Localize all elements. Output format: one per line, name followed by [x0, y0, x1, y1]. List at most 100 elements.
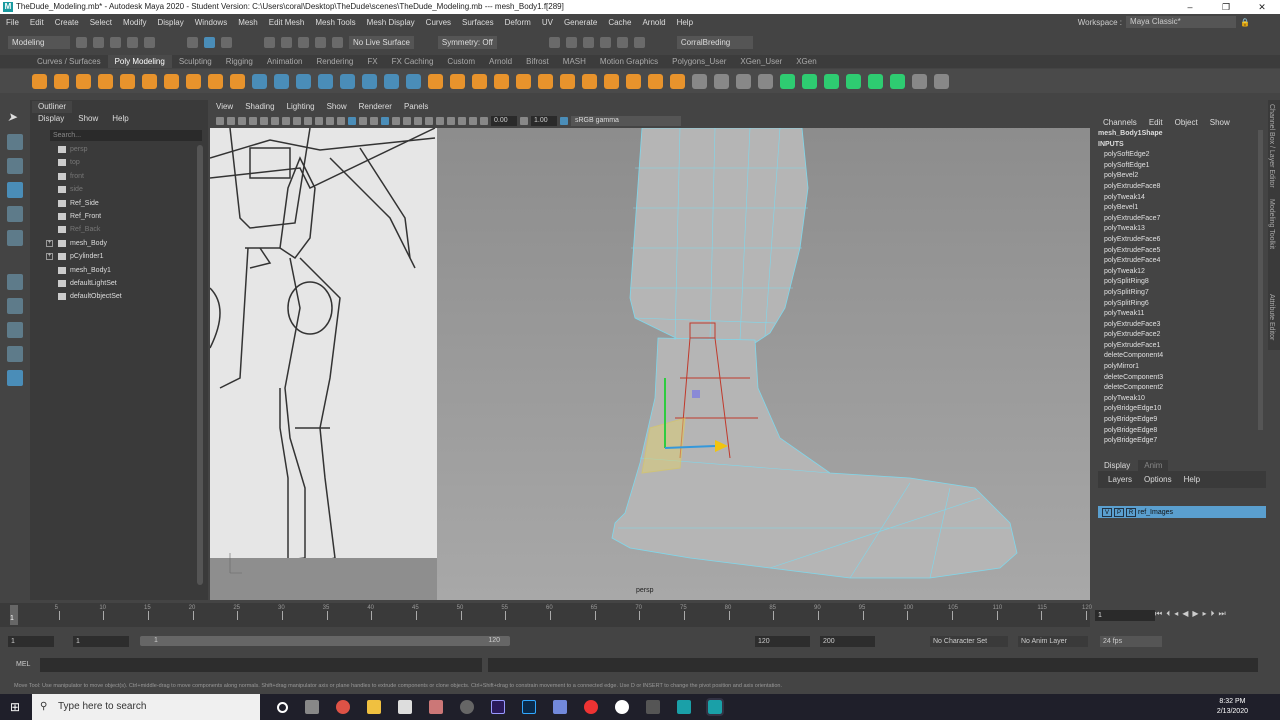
outliner-item[interactable]: Ref_Front [30, 210, 195, 223]
input-node[interactable]: polyExtrudeFace2 [1098, 330, 1258, 341]
minimize-button[interactable]: – [1172, 0, 1208, 14]
maya-taskbar-icon[interactable] [677, 700, 691, 714]
expand-icon[interactable]: + [46, 253, 53, 261]
input-node[interactable]: polySplitRing6 [1098, 299, 1258, 310]
rotate-tool-icon[interactable] [7, 206, 23, 222]
outliner-item[interactable]: front [30, 170, 195, 183]
outliner-layout-icon[interactable] [7, 370, 23, 386]
menu-mesh-tools[interactable]: Mesh Tools [315, 18, 355, 27]
file-explorer-icon[interactable] [367, 700, 381, 714]
shelf-tool-icon[interactable] [692, 73, 707, 89]
live-surface-field[interactable]: No Live Surface [349, 35, 414, 49]
step-back-key-icon[interactable]: ⏴ [1166, 609, 1170, 619]
play-forward-icon[interactable]: ▶ [1192, 609, 1198, 619]
input-node[interactable]: polyMirror1 [1098, 362, 1258, 373]
bookmark-icon[interactable] [238, 117, 246, 125]
shelf-tool-icon[interactable] [142, 73, 157, 89]
menu-uv[interactable]: UV [542, 18, 553, 27]
input-node[interactable]: polySplitRing8 [1098, 277, 1258, 288]
move-tool-icon[interactable] [7, 182, 23, 198]
cb-menu-edit[interactable]: Edit [1149, 118, 1163, 127]
smooth-shade-icon[interactable] [348, 117, 356, 125]
current-frame-marker[interactable]: 1 [10, 605, 18, 625]
layer-visibility-toggle[interactable]: V [1102, 507, 1112, 517]
photoshop-icon[interactable] [522, 700, 536, 714]
viewport-persp[interactable]: View Shading Lighting Show Renderer Panels 0.… [210, 100, 1090, 600]
mel-input[interactable] [40, 658, 482, 672]
safe-action-icon[interactable] [315, 117, 323, 125]
menu-surfaces[interactable]: Surfaces [462, 18, 494, 27]
menu-set-dropdown[interactable]: Modeling [8, 35, 70, 49]
layout-four-icon[interactable] [7, 322, 23, 338]
shaded-wireframe-icon[interactable] [370, 117, 378, 125]
input-node[interactable]: deleteComponent3 [1098, 373, 1258, 384]
outliner-menu-show[interactable]: Show [78, 114, 98, 123]
input-node[interactable]: polyTweak10 [1098, 394, 1258, 405]
shelf-tab[interactable]: Bifrost [519, 55, 556, 68]
side-tab-modeling-toolkit[interactable]: Modeling Toolkit [1268, 195, 1275, 290]
shelf-tool-icon[interactable] [76, 73, 91, 89]
lock-icon[interactable]: 🔒 [1240, 18, 1250, 27]
playback-start-field[interactable]: 1 [73, 636, 129, 647]
shelf-tool-icon[interactable] [384, 73, 399, 89]
shelf-tab[interactable]: FX Caching [385, 55, 441, 68]
playback-end-field[interactable]: 120 [755, 636, 810, 647]
shelf-tool-icon[interactable] [54, 73, 69, 89]
task-view-icon[interactable] [305, 700, 319, 714]
outliner-item[interactable]: persp [30, 143, 195, 156]
menu-mesh-display[interactable]: Mesh Display [367, 18, 415, 27]
go-to-end-icon[interactable]: ⏭ [1219, 609, 1226, 619]
vp-menu-lighting[interactable]: Lighting [287, 100, 315, 114]
menu-help[interactable]: Help [677, 18, 693, 27]
save-scene-icon[interactable] [110, 36, 121, 48]
shelf-tool-icon[interactable] [802, 73, 817, 89]
input-node[interactable]: polyTweak11 [1098, 309, 1258, 320]
chrome-icon[interactable] [336, 700, 350, 714]
shelf-tool-icon[interactable] [32, 73, 47, 89]
app-icon[interactable] [429, 700, 443, 714]
outliner-scrollbar[interactable] [197, 145, 203, 585]
select-hierarchy-icon[interactable] [187, 36, 198, 48]
hypershade-icon[interactable] [616, 36, 628, 48]
shelf-tab[interactable]: Polygons_User [665, 55, 733, 68]
select-object-icon[interactable] [204, 36, 215, 48]
new-scene-icon[interactable] [76, 36, 87, 48]
outliner-item[interactable]: Ref_Back [30, 223, 195, 236]
windows-start-icon[interactable]: ⊞ [10, 700, 20, 714]
axis-icon[interactable] [7, 274, 23, 290]
shelf-tab[interactable]: Custom [440, 55, 482, 68]
outliner-menu-help[interactable]: Help [112, 114, 128, 123]
menu-curves[interactable]: Curves [426, 18, 451, 27]
xray-joints-icon[interactable] [458, 117, 466, 125]
render-view-icon[interactable] [548, 36, 560, 48]
app-red-icon[interactable] [584, 700, 598, 714]
shelf-tab[interactable]: Curves / Surfaces [30, 55, 108, 68]
safe-title-icon[interactable] [326, 117, 334, 125]
cb-menu-show[interactable]: Show [1210, 118, 1230, 127]
layer-reference-toggle[interactable]: R [1126, 507, 1136, 517]
menu-edit[interactable]: Edit [30, 18, 44, 27]
input-node[interactable]: polyExtrudeFace5 [1098, 246, 1258, 257]
vp-menu-panels[interactable]: Panels [404, 100, 428, 114]
shelf-tool-icon[interactable] [274, 73, 289, 89]
shelf-tab[interactable]: Rigging [219, 55, 260, 68]
open-scene-icon[interactable] [93, 36, 104, 48]
xray-icon[interactable] [447, 117, 455, 125]
paint-select-icon[interactable] [7, 158, 23, 174]
shelf-tab[interactable]: XGen [789, 55, 823, 68]
shadows-icon[interactable] [403, 117, 411, 125]
shelf-tab-active[interactable]: Poly Modeling [107, 55, 172, 68]
outliner-tab[interactable]: Outliner [32, 101, 72, 113]
close-button[interactable]: ✕ [1244, 0, 1280, 14]
input-node[interactable]: polySplitRing7 [1098, 288, 1258, 299]
vp-menu-shading[interactable]: Shading [245, 100, 274, 114]
input-node[interactable]: polySoftEdge2 [1098, 150, 1258, 161]
cb-menu-channels[interactable]: Channels [1103, 118, 1137, 127]
input-node[interactable]: deleteComponent4 [1098, 351, 1258, 362]
textured-icon[interactable] [381, 117, 389, 125]
layer-tab-anim[interactable]: Anim [1138, 460, 1169, 471]
input-node[interactable]: polyBridgeEdge7 [1098, 436, 1258, 447]
ambient-occlusion-icon[interactable] [414, 117, 422, 125]
mel-label[interactable]: MEL [16, 661, 30, 668]
shelf-tool-icon[interactable] [758, 73, 773, 89]
